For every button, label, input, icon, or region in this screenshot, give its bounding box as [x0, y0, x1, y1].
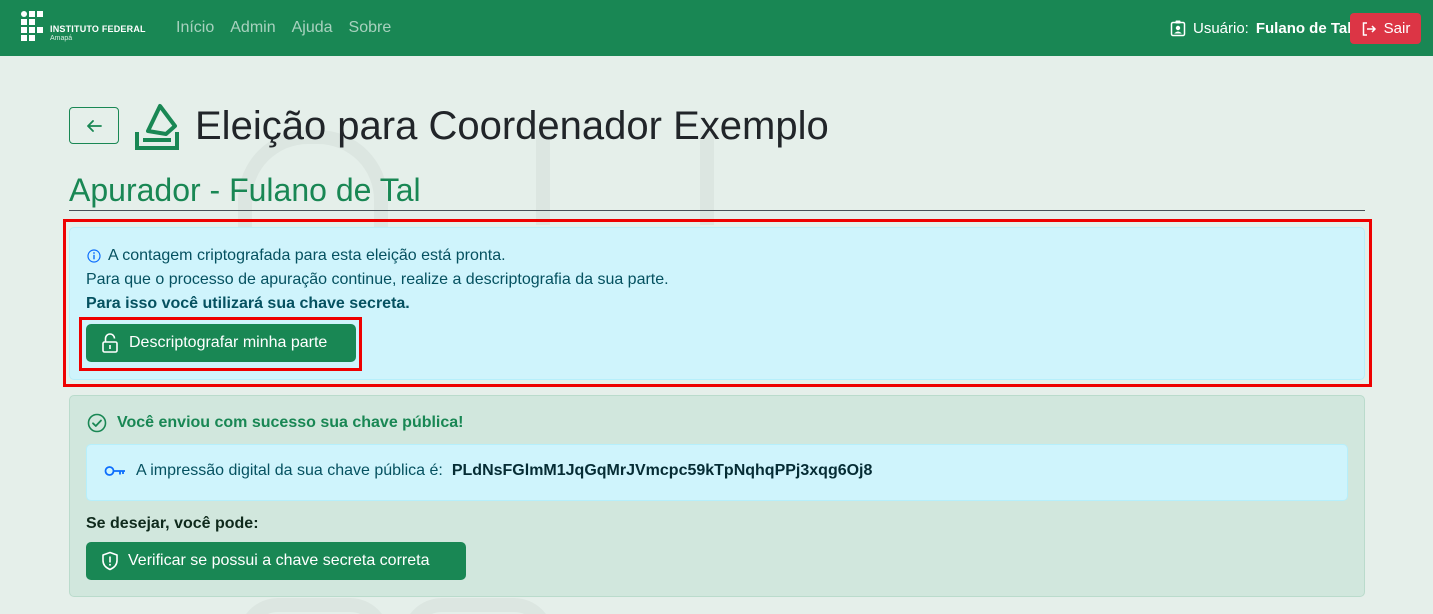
brand-subtitle: Amapá — [50, 35, 73, 42]
user-name: Fulano de Tal — [1255, 19, 1352, 37]
nav-link-inicio[interactable]: Início — [176, 17, 214, 39]
brand-logo[interactable]: INSTITUTO FEDERAL Amapá — [21, 11, 151, 45]
nav-link-ajuda[interactable]: Ajuda — [292, 17, 333, 39]
options-label: Se desejar, você pode: — [86, 515, 259, 532]
logout-icon — [1362, 21, 1376, 36]
verify-secret-key-label: Verificar se possui a chave secreta corr… — [128, 552, 430, 569]
if-logo-icon — [21, 11, 45, 45]
page-title: Eleição para Coordenador Exemplo — [195, 104, 829, 148]
public-key-heading-text: Você enviou com sucesso sua chave públic… — [117, 414, 464, 431]
user-label: Usuário: — [1193, 19, 1249, 37]
fingerprint-line: A impressão digital da sua chave pública… — [104, 462, 872, 480]
logout-button[interactable]: Sair — [1350, 13, 1421, 44]
fingerprint-label: A impressão digital da sua chave pública… — [136, 462, 443, 479]
back-button[interactable] — [69, 107, 119, 144]
highlight-button-box — [79, 317, 362, 371]
nav-link-sobre[interactable]: Sobre — [349, 17, 392, 39]
nav-link-admin[interactable]: Admin — [230, 17, 275, 39]
public-key-heading: Você enviou com sucesso sua chave públic… — [87, 413, 464, 433]
shield-exclamation-icon — [102, 551, 118, 571]
watermark-shape — [402, 598, 554, 614]
divider — [69, 210, 1365, 211]
user-info: Usuário: Fulano de Tal — [1170, 17, 1351, 39]
fingerprint-box: A impressão digital da sua chave pública… — [86, 444, 1348, 501]
ballot-box-icon — [135, 104, 179, 150]
public-key-alert: Você enviou com sucesso sua chave públic… — [69, 395, 1365, 597]
brand-title: INSTITUTO FEDERAL — [50, 24, 146, 34]
key-icon — [104, 466, 125, 476]
watermark-shape — [238, 598, 390, 614]
arrow-left-icon — [87, 119, 102, 132]
check-circle-icon — [87, 413, 107, 433]
page-subtitle: Apurador - Fulano de Tal — [69, 172, 421, 208]
fingerprint-value: PLdNsFGlmM1JqGqMrJVmcpc59kTpNqhqPPj3xqg6… — [451, 462, 873, 479]
navbar: INSTITUTO FEDERAL Amapá Início Admin Aju… — [0, 0, 1433, 56]
nav-links: Início Admin Ajuda Sobre — [176, 17, 391, 39]
user-badge-icon — [1170, 20, 1186, 36]
verify-secret-key-button[interactable]: Verificar se possui a chave secreta corr… — [86, 542, 466, 580]
logout-label: Sair — [1383, 20, 1411, 37]
